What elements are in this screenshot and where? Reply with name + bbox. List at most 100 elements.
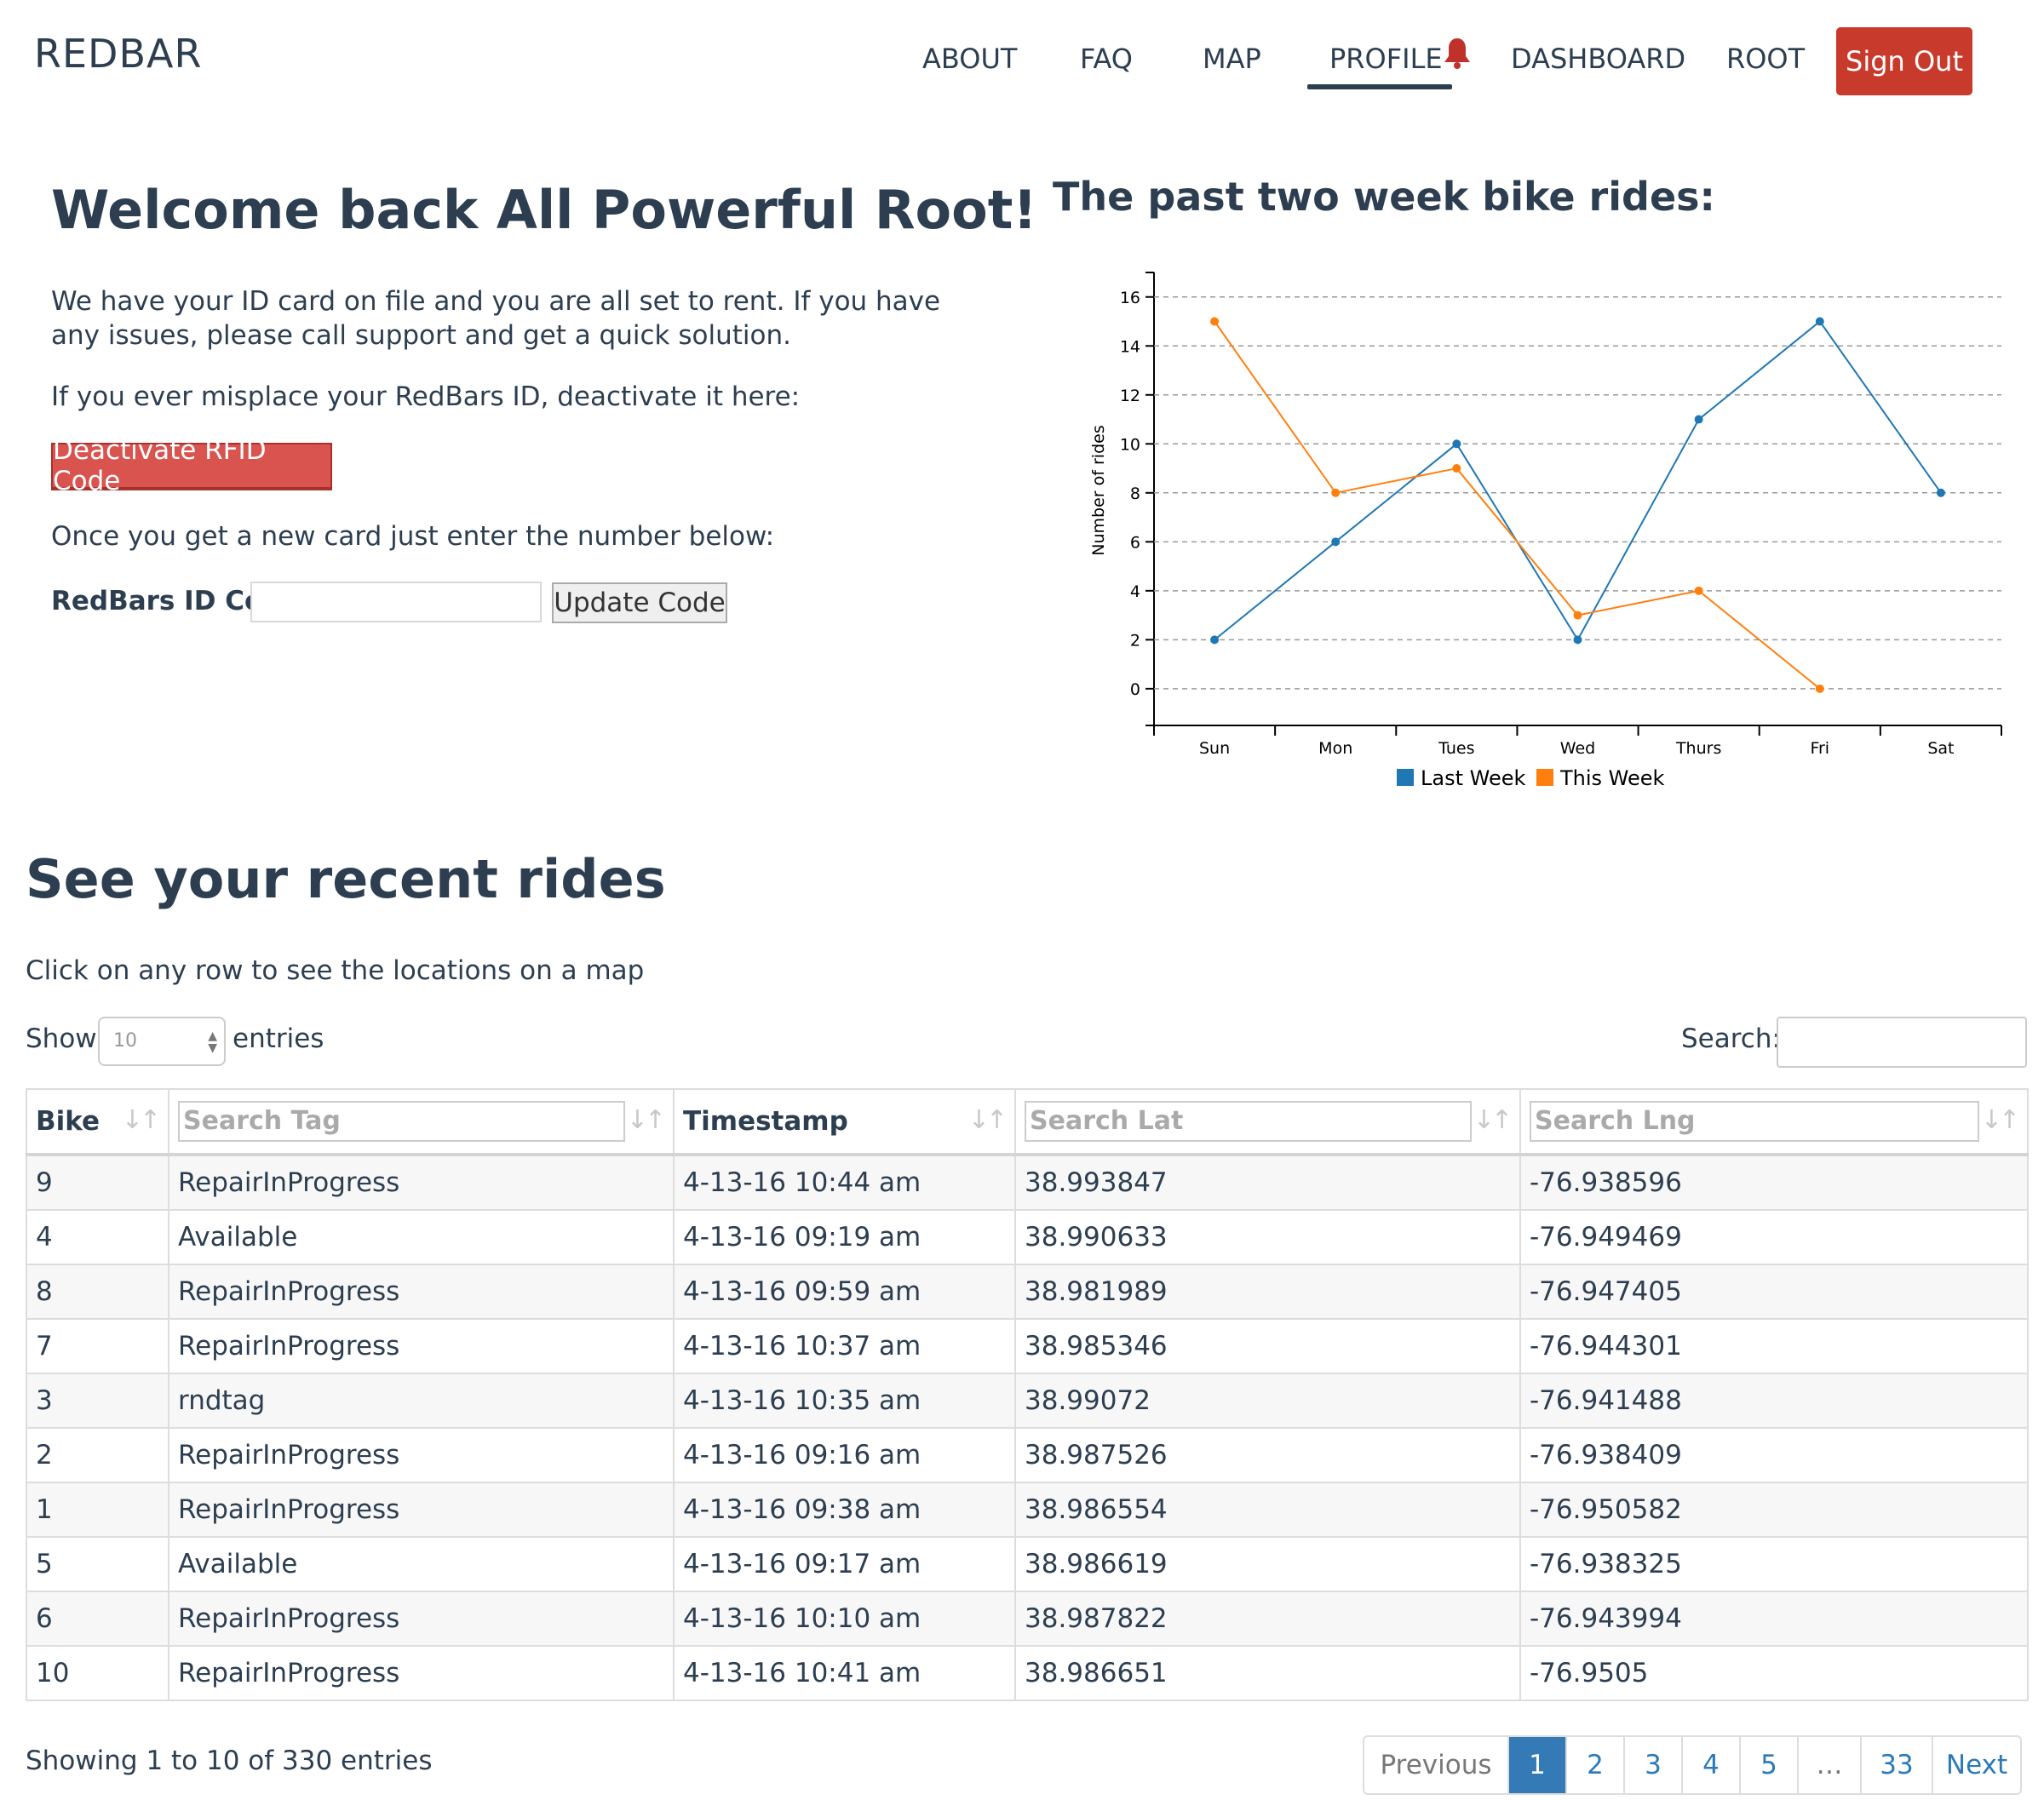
series-line-0 bbox=[1214, 320, 1942, 642]
nav-active-indicator bbox=[1307, 84, 1452, 89]
sort-icon[interactable]: ↓↑ bbox=[1981, 1105, 2020, 1135]
x-tick-label: Wed bbox=[1560, 739, 1595, 758]
cell-lat: 38.985346 bbox=[1014, 1318, 1521, 1374]
search-lat-input[interactable]: Search Lat bbox=[1025, 1101, 1472, 1142]
data-point bbox=[1452, 439, 1461, 449]
cell-tag: RepairInProgress bbox=[168, 1264, 675, 1320]
entries-per-page-select[interactable]: 10 ▲ ▼ bbox=[98, 1017, 226, 1066]
pagination-page[interactable]: 4 bbox=[1681, 1737, 1739, 1793]
rides-table-body: 9 RepairInProgress 4-13-16 10:44 am 38.9938… bbox=[26, 1154, 2029, 1701]
cell-tag: RepairInProgress bbox=[168, 1318, 675, 1374]
cell-bike: 2 bbox=[26, 1427, 169, 1483]
nav-map[interactable]: MAP bbox=[1203, 43, 1261, 75]
col-header-bike[interactable]: Bike ↓↑ bbox=[26, 1088, 169, 1156]
table-row[interactable]: 10 RepairInProgress 4-13-16 10:41 am 38.986… bbox=[26, 1645, 2029, 1701]
search-label: Search: bbox=[1681, 1023, 1781, 1054]
sort-icon[interactable]: ↓↑ bbox=[968, 1105, 1008, 1135]
col-header-lng[interactable]: Search Lng ↓↑ bbox=[1519, 1088, 2029, 1156]
x-tick-label: Fri bbox=[1810, 739, 1829, 758]
rides-title: See your recent rides bbox=[26, 848, 666, 910]
id-code-input[interactable] bbox=[250, 582, 542, 622]
cell-timestamp: 4-13-16 09:38 am bbox=[673, 1482, 1016, 1538]
new-card-prompt-text: Once you get a new card just enter the n… bbox=[51, 521, 775, 552]
bell-icon[interactable] bbox=[1442, 36, 1473, 70]
legend-label: This Week bbox=[1559, 766, 1665, 790]
sort-icon[interactable]: ↓↑ bbox=[627, 1105, 666, 1135]
pagination-page[interactable]: 2 bbox=[1565, 1737, 1623, 1793]
pagination-page[interactable]: 33 bbox=[1860, 1737, 1932, 1793]
cell-bike: 3 bbox=[26, 1373, 169, 1429]
data-point bbox=[1694, 415, 1703, 424]
update-code-button[interactable]: Update Code bbox=[552, 582, 727, 623]
pagination-previous[interactable]: Previous bbox=[1364, 1737, 1507, 1793]
col-header-timestamp[interactable]: Timestamp ↓↑ bbox=[673, 1088, 1016, 1156]
table-row[interactable]: 4 Available 4-13-16 09:19 am 38.990633 -76.9… bbox=[26, 1209, 2029, 1265]
table-row[interactable]: 1 RepairInProgress 4-13-16 09:38 am 38.9865… bbox=[26, 1482, 2029, 1538]
cell-timestamp: 4-13-16 09:19 am bbox=[673, 1209, 1016, 1265]
cell-tag: Available bbox=[168, 1209, 675, 1265]
pagination: Previous 1 2 3 4 5… 33 Next bbox=[1363, 1735, 2022, 1795]
pagination-page[interactable]: 5 bbox=[1739, 1737, 1797, 1793]
cell-lat: 38.981989 bbox=[1014, 1264, 1521, 1320]
y-axis-label: Number of rides bbox=[1089, 425, 1108, 555]
pagination-next[interactable]: Next bbox=[1932, 1737, 2020, 1793]
table-search-input[interactable] bbox=[1777, 1017, 2027, 1068]
cell-lng: -76.941488 bbox=[1519, 1373, 2029, 1429]
col-header-tag[interactable]: Search Tag ↓↑ bbox=[168, 1088, 675, 1156]
pagination-page[interactable]: 1 bbox=[1507, 1737, 1565, 1793]
data-point bbox=[1452, 464, 1461, 473]
data-point bbox=[1936, 488, 1945, 497]
table-row[interactable]: 9 RepairInProgress 4-13-16 10:44 am 38.9938… bbox=[26, 1154, 2029, 1211]
cell-bike: 9 bbox=[26, 1154, 169, 1211]
rides-table: Bike ↓↑ Search Tag ↓↑ Timestamp ↓↑ Search L… bbox=[26, 1088, 2029, 1701]
col-header-lat[interactable]: Search Lat ↓↑ bbox=[1014, 1088, 1521, 1156]
sort-icon[interactable]: ↓↑ bbox=[122, 1105, 161, 1135]
table-row[interactable]: 5 Available 4-13-16 09:17 am 38.986619 -76.9… bbox=[26, 1536, 2029, 1592]
chart-title: The past two week bike rides: bbox=[1053, 174, 1715, 220]
cell-lat: 38.986651 bbox=[1014, 1645, 1521, 1701]
y-tick-label: 0 bbox=[1130, 680, 1140, 699]
sign-out-button[interactable]: Sign Out bbox=[1836, 27, 1972, 95]
x-tick-label: Sat bbox=[1927, 739, 1954, 758]
data-point bbox=[1815, 317, 1824, 326]
table-row[interactable]: 3 rndtag 4-13-16 10:35 am 38.99072 -76.94148… bbox=[26, 1373, 2029, 1429]
data-point bbox=[1210, 635, 1220, 645]
cell-tag: RepairInProgress bbox=[168, 1591, 675, 1647]
col-bike-label: Bike bbox=[36, 1106, 100, 1137]
cell-tag: RepairInProgress bbox=[168, 1154, 675, 1211]
nav-root[interactable]: ROOT bbox=[1726, 43, 1805, 75]
cell-lat: 38.987526 bbox=[1014, 1427, 1521, 1483]
cell-lng: -76.943994 bbox=[1519, 1591, 2029, 1647]
y-tick-label: 8 bbox=[1130, 484, 1140, 503]
table-row[interactable]: 8 RepairInProgress 4-13-16 09:59 am 38.9819… bbox=[26, 1264, 2029, 1320]
pagination-page[interactable]: … bbox=[1797, 1737, 1860, 1793]
table-row[interactable]: 2 RepairInProgress 4-13-16 09:16 am 38.9875… bbox=[26, 1427, 2029, 1483]
sort-icon[interactable]: ↓↑ bbox=[1473, 1105, 1513, 1135]
deactivate-rfid-button[interactable]: Deactivate RFID Code bbox=[51, 435, 332, 496]
nav-dashboard[interactable]: DASHBOARD bbox=[1511, 43, 1685, 75]
show-label: Show bbox=[26, 1023, 97, 1054]
cell-bike: 10 bbox=[26, 1645, 169, 1701]
cell-timestamp: 4-13-16 09:16 am bbox=[673, 1427, 1016, 1483]
cell-lat: 38.986554 bbox=[1014, 1482, 1521, 1538]
table-row[interactable]: 6 RepairInProgress 4-13-16 10:10 am 38.9878… bbox=[26, 1591, 2029, 1647]
cell-lat: 38.990633 bbox=[1014, 1209, 1521, 1265]
cell-lng: -76.938325 bbox=[1519, 1536, 2029, 1592]
x-tick-label: Mon bbox=[1318, 739, 1352, 758]
search-lng-input[interactable]: Search Lng bbox=[1530, 1101, 1979, 1142]
pagination-page[interactable]: 3 bbox=[1623, 1737, 1681, 1793]
cell-lng: -76.944301 bbox=[1519, 1318, 2029, 1374]
table-row[interactable]: 7 RepairInProgress 4-13-16 10:37 am 38.9853… bbox=[26, 1318, 2029, 1374]
cell-lat: 38.987822 bbox=[1014, 1591, 1521, 1647]
cell-tag: RepairInProgress bbox=[168, 1645, 675, 1701]
nav-faq[interactable]: FAQ bbox=[1080, 43, 1133, 75]
nav-profile[interactable]: PROFILE bbox=[1329, 43, 1443, 75]
data-point bbox=[1573, 611, 1582, 620]
search-tag-input[interactable]: Search Tag bbox=[178, 1101, 625, 1142]
brand-logo[interactable]: REDBAR bbox=[34, 31, 202, 77]
nav-about[interactable]: ABOUT bbox=[922, 43, 1017, 75]
cell-lat: 38.986619 bbox=[1014, 1536, 1521, 1592]
y-tick-label: 2 bbox=[1130, 631, 1140, 650]
data-point bbox=[1210, 317, 1220, 326]
rides-line-chart: 0 2 4 6 8 10 12 14 16 Number of rides Sun Mon Tues We… bbox=[1089, 272, 2002, 790]
